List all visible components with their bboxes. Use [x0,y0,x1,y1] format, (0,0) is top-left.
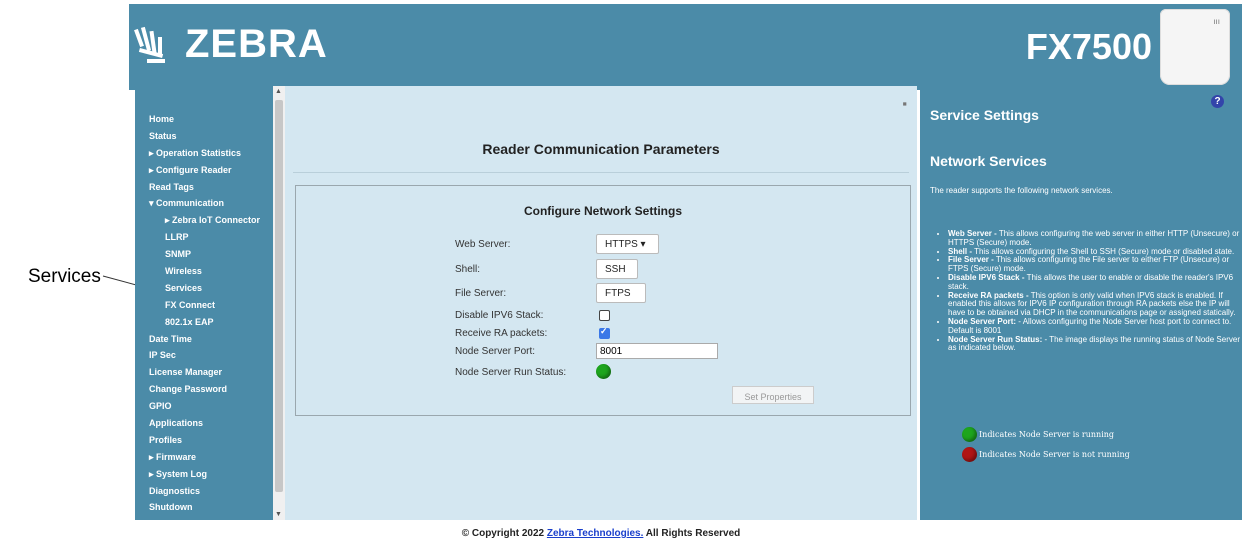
legend-running-text: Indicates Node Server is running [979,430,1115,439]
help-term: Node Server Run Status: [948,334,1043,344]
file-server-label: File Server: [455,288,507,299]
zebra-link[interactable]: Zebra Technologies. [547,528,644,539]
sidebar-item[interactable]: Date Time [135,331,260,348]
disable-ipv6-checkbox[interactable] [599,310,610,321]
help-list-item: Receive RA packets - This option is only… [948,290,1248,318]
scroll-up-icon[interactable]: ▲ [275,88,282,95]
help-term: Receive RA packets - [948,290,1029,300]
model-name: FX7500 [1025,26,1152,67]
shell-label: Shell: [455,264,481,275]
stopped-dot-icon [962,447,977,462]
sidebar-item[interactable]: SNMP [135,246,260,263]
help-term: Disable IPV6 Stack - [948,272,1025,282]
sidebar-item[interactable]: ▸ Configure Reader [135,162,260,179]
sidebar-item[interactable]: Wireless [135,263,260,280]
sidebar-item[interactable]: Change Password [135,381,260,398]
help-desc: This allows configuring the Shell to SSH… [972,246,1235,256]
scroll-down-icon[interactable]: ▼ [275,511,282,518]
sidebar-item[interactable]: License Manager [135,364,260,381]
main-content: ▪ Reader Communication Parameters Config… [285,86,917,520]
node-port-input[interactable] [596,343,718,359]
legend-running: Indicates Node Server is running [962,427,1114,442]
help-subtitle: Network Services [930,153,1047,169]
sidebar-item[interactable]: Diagnostics [135,483,260,500]
help-term: Shell - [948,246,973,256]
help-term: Node Server Port: [948,316,1017,326]
network-settings-panel: Configure Network Settings Web Server: H… [295,185,911,416]
disable-ipv6-label: Disable IPV6 Stack: [455,310,544,321]
footer-prefix: © Copyright 2022 [461,528,547,539]
help-panel: ? Service Settings Network Services The … [920,86,1242,520]
help-icon[interactable]: ? [1211,95,1224,108]
zebra-head-icon [134,26,165,63]
sidebar-item[interactable]: Services [135,280,260,297]
scroll-thumb[interactable] [275,100,283,492]
web-server-select[interactable]: HTTPS ▾ [596,234,659,254]
sidebar-item[interactable]: ▸ Firmware [135,449,260,466]
help-title: Service Settings [930,107,1039,123]
node-status-label: Node Server Run Status: [455,367,567,378]
sidebar-item[interactable]: ▸ System Log [135,466,260,483]
help-list-item: Node Server Port: - Allows configuring t… [948,316,1248,336]
legend-not-running-text: Indicates Node Server is not running [979,450,1130,459]
title-divider [293,172,909,173]
help-list-item: Disable IPV6 Stack - This allows the use… [948,272,1248,292]
brand-logo[interactable]: ZEBRA [133,22,328,67]
sidebar-item[interactable]: Applications [135,415,260,432]
help-term: Web Server - [948,229,997,238]
callout-label: Services [28,266,101,287]
sidebar-item[interactable]: ▸ Zebra IoT Connector [135,212,260,229]
sidebar-item[interactable]: ▸ Operation Statistics [135,145,260,162]
node-port-label: Node Server Port: [455,346,536,357]
help-list-item: Node Server Run Status: - The image disp… [948,334,1248,354]
receive-ra-checkbox[interactable] [599,326,610,339]
sidebar-item[interactable]: 802.1x EAP [135,314,260,331]
file-server-select[interactable]: FTPS ▾ [596,283,646,319]
sidebar-item[interactable]: Shutdown [135,499,260,516]
device-image: ııı [1160,9,1230,85]
help-intro: The reader supports the following networ… [930,186,1113,195]
nav-list: Home Status ▸ Operation Statistics ▸ Config… [135,111,260,516]
node-status-indicator [596,364,611,379]
panel-title: Configure Network Settings [523,204,682,218]
set-properties-button[interactable]: Set Properties [732,386,814,404]
sidebar-item[interactable]: FX Connect [135,297,260,314]
sidebar-scrollbar[interactable]: ▲ ▼ [273,86,285,520]
sidebar-item[interactable]: GPIO [135,398,260,415]
receive-ra-label: Receive RA packets: [455,328,548,339]
help-list-item: Web Server - This allows configuring the… [948,229,1248,248]
sidebar-item[interactable]: LLRP [135,229,260,246]
app-header: ZEBRA FX7500 ııı [129,4,1242,90]
sidebar-item[interactable]: ▾ Communication [135,195,260,212]
page-title: Reader Communication Parameters [482,141,720,157]
footer-suffix: All Rights Reserved [643,528,741,539]
shell-select[interactable]: SSH ▾ [596,259,638,295]
sidebar-item[interactable]: Read Tags [135,179,260,196]
running-dot-icon [962,427,977,442]
sidebar-item[interactable]: Profiles [135,432,260,449]
save-icon[interactable]: ▪ [902,96,907,111]
help-term: File Server - [948,255,994,265]
legend-not-running: Indicates Node Server is not running [962,447,1130,462]
help-list: Web Server - This allows configuring the… [936,229,1248,354]
footer: © Copyright 2022 Zebra Technologies. All… [285,528,917,539]
sidebar-item[interactable]: IP Sec [135,347,260,364]
brand-name: ZEBRA [185,22,328,66]
web-server-label: Web Server: [455,239,511,250]
sidebar-item[interactable]: Home [135,111,260,128]
sidebar-nav: Home Status ▸ Operation Statistics ▸ Config… [135,86,273,520]
device-led-icon: ııı [1213,17,1220,26]
help-list-item: File Server - This allows configuring th… [948,255,1248,274]
sidebar-item[interactable]: Status [135,128,260,145]
